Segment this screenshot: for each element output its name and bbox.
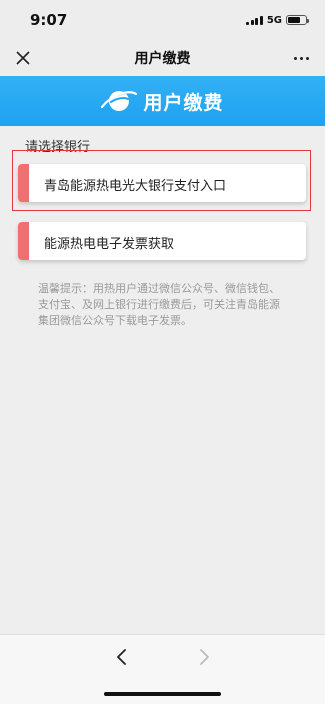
nav-bar: 用户缴费 xyxy=(0,40,325,76)
chevron-right-icon[interactable] xyxy=(194,646,214,668)
more-icon[interactable] xyxy=(289,47,313,69)
battery-icon xyxy=(286,15,309,25)
network-type: 5G xyxy=(266,14,282,26)
card-accent xyxy=(18,222,29,260)
bottom-nav xyxy=(0,634,325,704)
chevron-left-icon[interactable] xyxy=(112,646,132,668)
banner: 用户缴费 xyxy=(0,76,325,126)
option-e-invoice[interactable]: 能源热电电子发票获取 xyxy=(18,222,306,260)
status-bar: 9:07 5G xyxy=(0,0,325,40)
option-label: 青岛能源热电光大银行支付入口 xyxy=(44,179,227,194)
home-indicator xyxy=(104,692,221,696)
tip-text: 温馨提示：用热用户通过微信公众号、微信钱包、支付宝、及网上银行进行缴费后，可关注… xyxy=(38,282,280,327)
banner-title: 用户缴费 xyxy=(143,91,224,114)
option-bank-payment[interactable]: 青岛能源热电光大银行支付入口 xyxy=(18,164,306,202)
planet-ring-logo xyxy=(101,91,138,111)
signal-icon xyxy=(246,15,263,25)
battery-level xyxy=(288,17,300,23)
status-time: 9:07 xyxy=(30,11,68,29)
page-title: 用户缴费 xyxy=(134,51,191,67)
status-indicators: 5G xyxy=(246,14,309,26)
card-accent xyxy=(18,164,29,202)
option-label: 能源热电电子发票获取 xyxy=(44,237,175,252)
